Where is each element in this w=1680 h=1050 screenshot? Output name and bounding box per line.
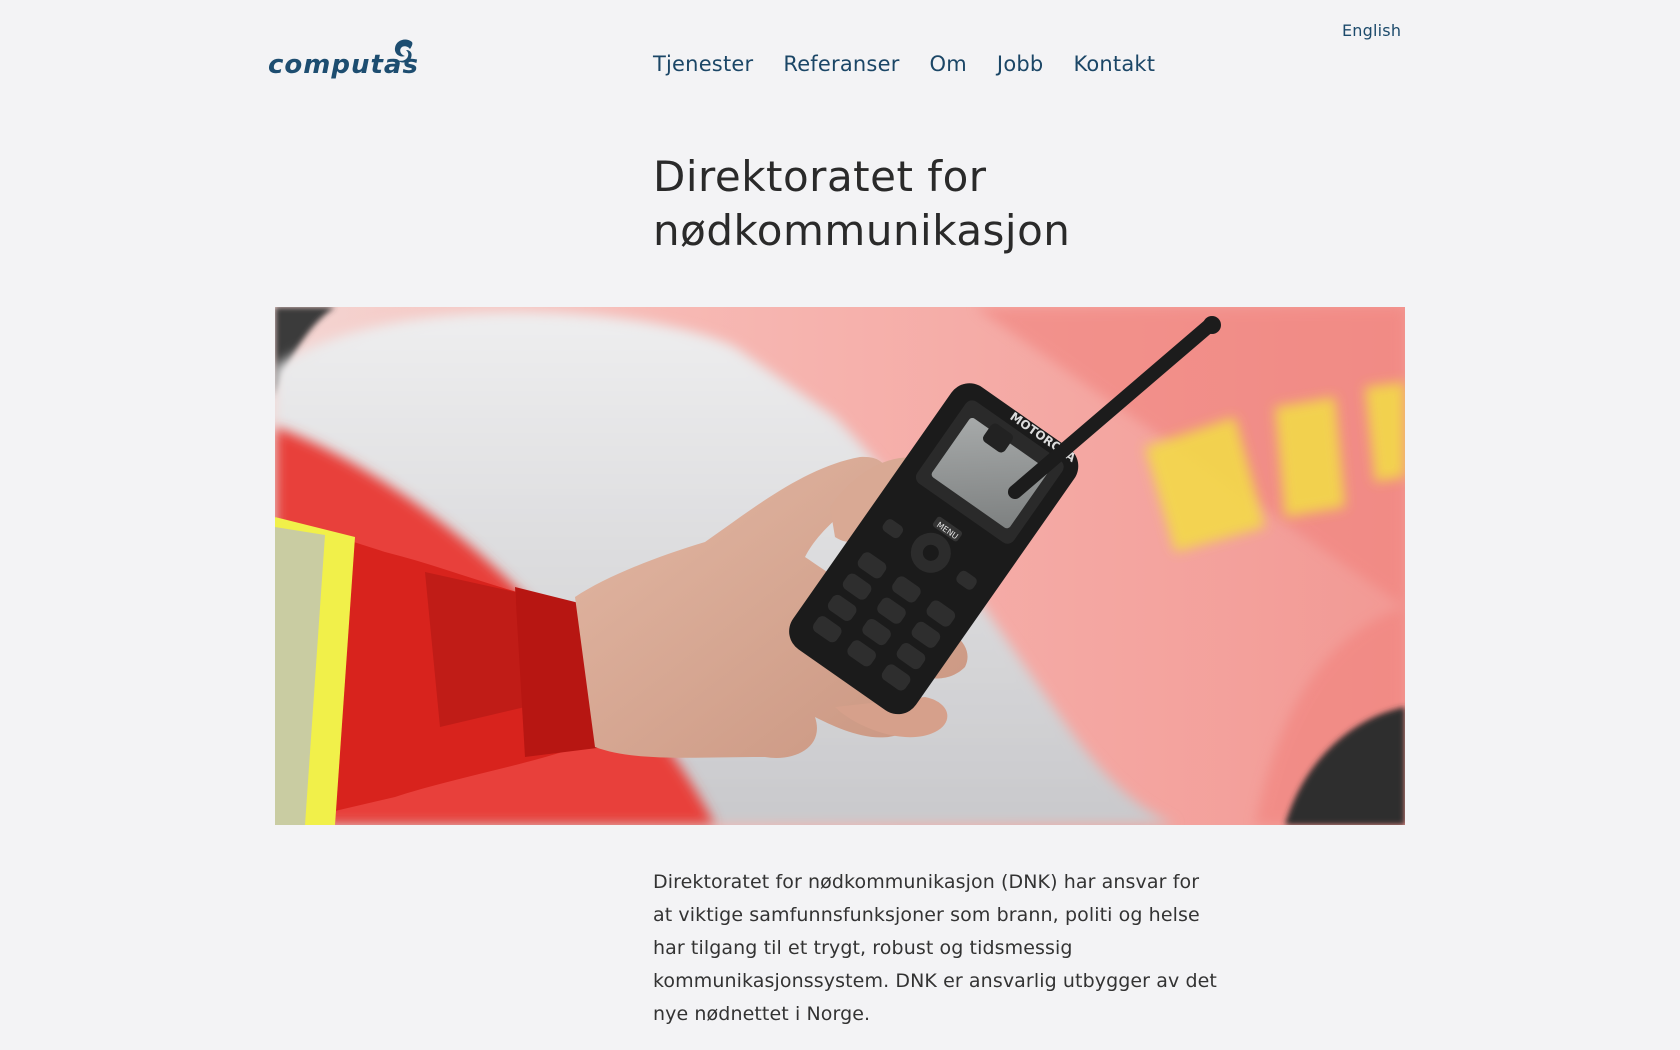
page-title: Direktoratet for nødkommunikasjon bbox=[653, 152, 1071, 255]
nav-item-om[interactable]: Om bbox=[930, 52, 967, 76]
intro-paragraph: Direktoratet for nødkommunikasjon (DNK) … bbox=[653, 871, 1217, 1025]
nav-item-kontakt[interactable]: Kontakt bbox=[1073, 52, 1155, 76]
hero-image: MOTOROLA MENU bbox=[275, 307, 1405, 825]
language-switch-link[interactable]: English bbox=[1342, 21, 1401, 40]
hand-holding-radio-photo-icon: MOTOROLA MENU bbox=[275, 307, 1405, 825]
computas-logo[interactable]: computas bbox=[268, 38, 420, 88]
nav-item-tjenester[interactable]: Tjenester bbox=[653, 52, 753, 76]
page: English computas Tjenester Referanser Om… bbox=[0, 0, 1680, 1050]
nav-item-jobb[interactable]: Jobb bbox=[997, 52, 1044, 76]
nav-item-referanser[interactable]: Referanser bbox=[783, 52, 899, 76]
main-navigation: Tjenester Referanser Om Jobb Kontakt bbox=[653, 52, 1185, 76]
logo-swirl-icon bbox=[394, 39, 413, 63]
